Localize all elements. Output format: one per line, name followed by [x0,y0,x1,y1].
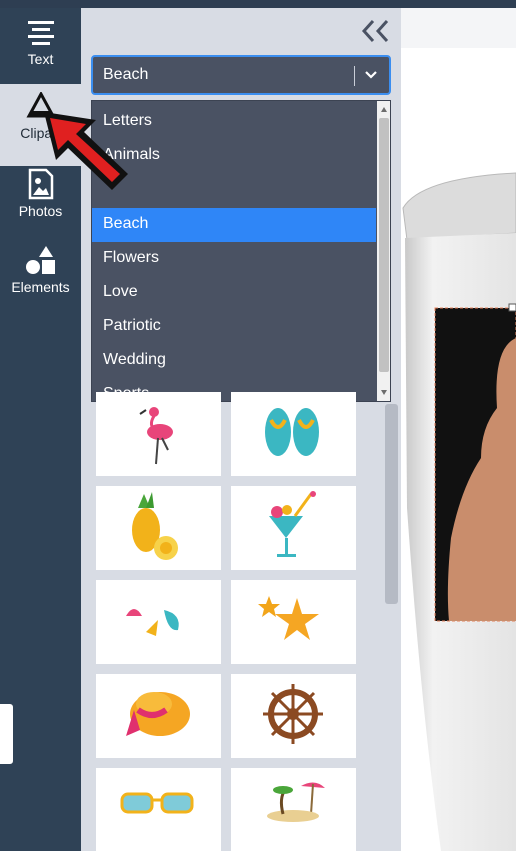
rail-item-elements[interactable]: Elements [0,244,81,310]
options-scrollbar[interactable] [377,101,390,401]
seashells-icon [126,609,179,636]
design-canvas[interactable] [401,8,516,851]
clipart-tile-pineapple[interactable] [96,486,221,570]
option-animals[interactable]: Animals [92,139,376,173]
beach-island-icon [267,782,325,822]
clipart-tile-ship-wheel[interactable] [231,674,356,758]
category-select-value: Beach [103,66,149,83]
option-patriotic[interactable]: Patriotic [92,310,376,344]
photo-icon [28,168,53,200]
option-hidden[interactable] [92,173,376,207]
flip-flops-icon [265,408,319,456]
side-drawer-tab[interactable] [0,704,13,764]
option-letters[interactable]: Letters [92,105,376,139]
clipart-tile-cocktail[interactable] [231,486,356,570]
collapse-panel-button[interactable] [360,18,392,44]
rail-label-elements: Elements [11,279,70,295]
tumbler-with-photo [402,172,516,851]
top-bar [0,0,516,8]
scroll-down-arrow-icon[interactable] [381,390,387,395]
panel-scrollbar-thumb[interactable] [385,404,398,604]
options-scroll-thumb[interactable] [379,118,389,372]
text-align-icon [27,21,54,45]
shapes-icon [25,246,55,274]
flamingo-icon [139,407,173,465]
rail-label-clipart: Clipart [20,125,61,141]
starfish-icon [258,596,319,640]
double-chevron-left-icon [361,19,389,43]
ship-wheel-icon [263,684,323,744]
option-flowers[interactable]: Flowers [92,242,376,276]
clipart-icon [25,92,56,118]
scroll-up-arrow-icon[interactable] [381,107,387,112]
pineapple-icon [132,492,178,560]
clipart-tile-flip-flops[interactable] [231,392,356,476]
sunglasses-icon [120,792,194,814]
clipart-tile-sunglasses[interactable] [96,768,221,851]
sun-hat-icon [126,692,190,736]
category-select[interactable]: Beach [91,55,391,95]
option-love[interactable]: Love [92,276,376,310]
option-wedding[interactable]: Wedding [92,344,376,378]
rail-label-photos: Photos [18,203,63,219]
rail-item-text[interactable]: Text [0,18,81,84]
rail-label-text: Text [27,51,54,67]
category-options-list: Letters Animals Beach Flowers Love Patri… [91,100,391,402]
clipart-tile-starfish[interactable] [231,580,356,664]
clipart-tile-beach-island[interactable] [231,768,356,851]
rail-item-clipart[interactable]: Clipart [0,84,81,166]
chevron-down-icon [365,71,377,79]
select-separator [354,66,355,86]
cocktail-icon [269,491,316,557]
clipart-tile-sun-hat[interactable] [96,674,221,758]
clipart-tile-flamingo[interactable] [96,392,221,476]
clipart-tile-seashells[interactable] [96,580,221,664]
option-beach[interactable]: Beach [92,208,376,242]
canvas-toolbar-strip [401,8,516,48]
rail-item-photos[interactable]: Photos [0,168,81,234]
